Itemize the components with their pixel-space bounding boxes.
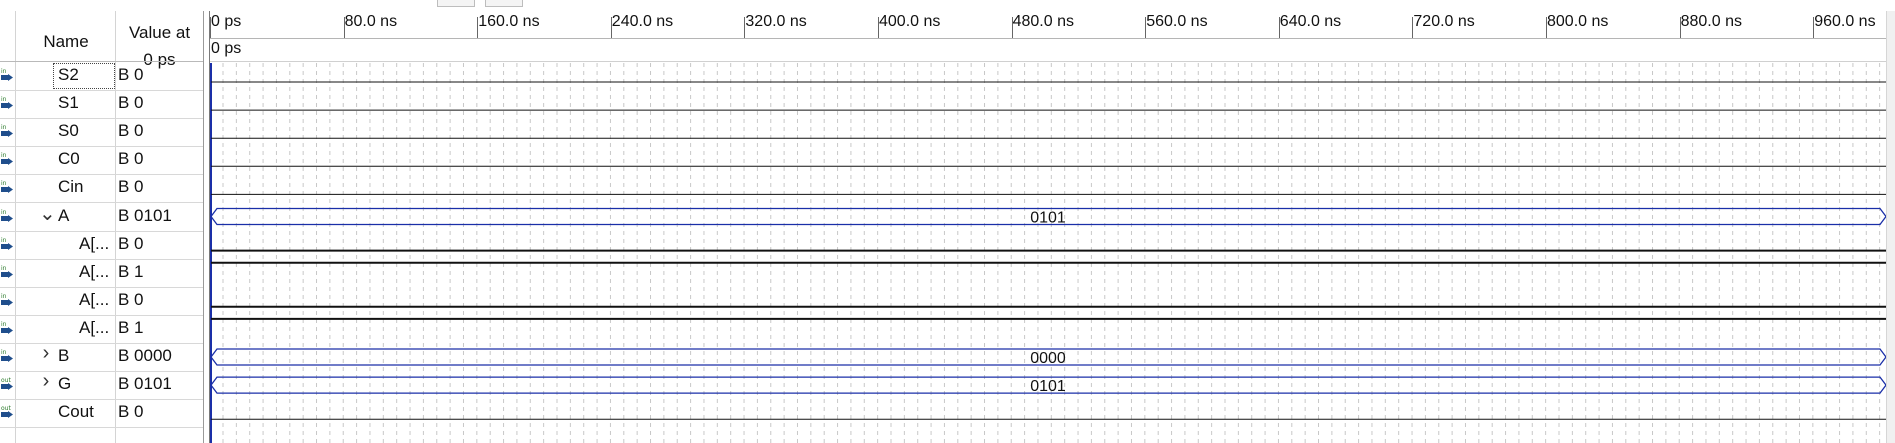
svg-text:in: in [1, 265, 7, 272]
output-pin-icon: out [1, 405, 15, 419]
signal-name: S0 [58, 121, 79, 141]
signal-row[interactable]: out › G B 0101 [0, 370, 203, 401]
signal-name: A[... [79, 289, 110, 309]
signal-value: B 0 [118, 402, 144, 422]
top-strip [0, 0, 1895, 11]
bus-value-label: 0101 [1030, 210, 1066, 227]
signal-value: B 0 [118, 233, 144, 253]
signal-list-panel: Name Value at 0 ps in S2 B 0 in S1 B 0 in S0 B 0… [0, 11, 204, 443]
signal-value: B 0 [118, 93, 144, 113]
input-pin-icon: in [1, 265, 15, 279]
waveform-canvas[interactable]: 0101 0000 0101 [210, 11, 1895, 443]
svg-text:in: in [1, 152, 7, 159]
signal-row[interactable]: in Cin B 0 [0, 174, 203, 204]
svg-text:in: in [1, 124, 7, 131]
signal-name: B [58, 346, 70, 365]
signal-row[interactable]: in A[... B 1 [0, 315, 203, 344]
signal-value: B 0101 [118, 374, 172, 394]
signal-value: B 0 [118, 149, 144, 169]
bus-value-label: 0101 [1030, 378, 1066, 395]
toolbar-tab-stub[interactable] [437, 0, 475, 7]
signal-name: A[... [79, 233, 110, 253]
signal-row[interactable]: out Cout B 0 [0, 399, 203, 429]
name-column-header[interactable]: Name [17, 32, 115, 52]
input-pin-icon: in [1, 293, 15, 307]
input-pin-icon: in [1, 321, 15, 335]
signal-value: B 0000 [118, 346, 172, 365]
input-pin-icon: in [1, 237, 15, 251]
vertical-scrollbar[interactable] [1886, 11, 1895, 443]
signal-row[interactable]: in A[... B 0 [0, 287, 203, 316]
signal-value: B 0101 [118, 205, 172, 225]
svg-text:in: in [1, 209, 7, 216]
signal-value: B 1 [118, 317, 144, 337]
signal-name: A[... [79, 261, 110, 281]
signal-name: Cout [58, 402, 94, 422]
signal-value: B 0 [118, 65, 144, 84]
signal-row[interactable]: in A[... B 0 [0, 231, 203, 260]
signal-name: A[... [79, 317, 110, 337]
signal-value: B 1 [118, 261, 144, 281]
waveform-panel[interactable]: 0 ps 80.0 ns 160.0 ns 240.0 ns 320.0 ns 400.0… [209, 11, 1895, 443]
svg-text:in: in [1, 237, 7, 244]
signal-row[interactable]: in A[... B 1 [0, 259, 203, 288]
signal-name: G [58, 374, 72, 394]
input-pin-icon: in [1, 180, 15, 194]
signal-row[interactable]: in C0 B 0 [0, 146, 203, 176]
svg-text:in: in [1, 180, 7, 187]
svg-text:in: in [1, 68, 7, 75]
signal-row[interactable]: in S2 B 0 [0, 62, 203, 91]
signal-name: S1 [58, 93, 79, 113]
signal-name: S2 [58, 65, 79, 84]
chevron-right-icon[interactable]: › [39, 342, 53, 365]
input-pin-icon: in [1, 68, 15, 82]
svg-text:in: in [1, 349, 7, 356]
toolbar-tab-stub[interactable] [485, 0, 523, 7]
svg-text:in: in [1, 96, 7, 103]
signal-name: C0 [58, 149, 80, 169]
input-pin-icon: in [1, 349, 15, 363]
svg-text:in: in [1, 321, 7, 328]
bus-value-label: 0000 [1030, 350, 1066, 367]
svg-text:out: out [1, 377, 11, 384]
signal-row[interactable]: in S0 B 0 [0, 118, 203, 148]
signal-value: B 0 [118, 177, 144, 197]
signal-value: B 0 [118, 121, 144, 141]
svg-text:in: in [1, 293, 7, 300]
chevron-down-icon[interactable]: ⌄ [39, 201, 56, 226]
signal-name: A [58, 205, 70, 225]
input-pin-icon: in [1, 152, 15, 166]
input-pin-icon: in [1, 209, 15, 223]
svg-text:out: out [1, 405, 11, 412]
signal-row[interactable]: in S1 B 0 [0, 90, 203, 120]
input-pin-icon: in [1, 96, 15, 110]
signal-name: Cin [58, 177, 84, 197]
chevron-right-icon[interactable]: › [39, 370, 53, 393]
output-pin-icon: out [1, 377, 15, 391]
signal-row[interactable]: in ⌄ A B 0101 [0, 203, 203, 232]
value-header-line1: Value at [128, 23, 191, 42]
signal-row[interactable]: in › B B 0000 [0, 342, 203, 372]
signal-value: B 0 [118, 289, 144, 309]
input-pin-icon: in [1, 124, 15, 138]
